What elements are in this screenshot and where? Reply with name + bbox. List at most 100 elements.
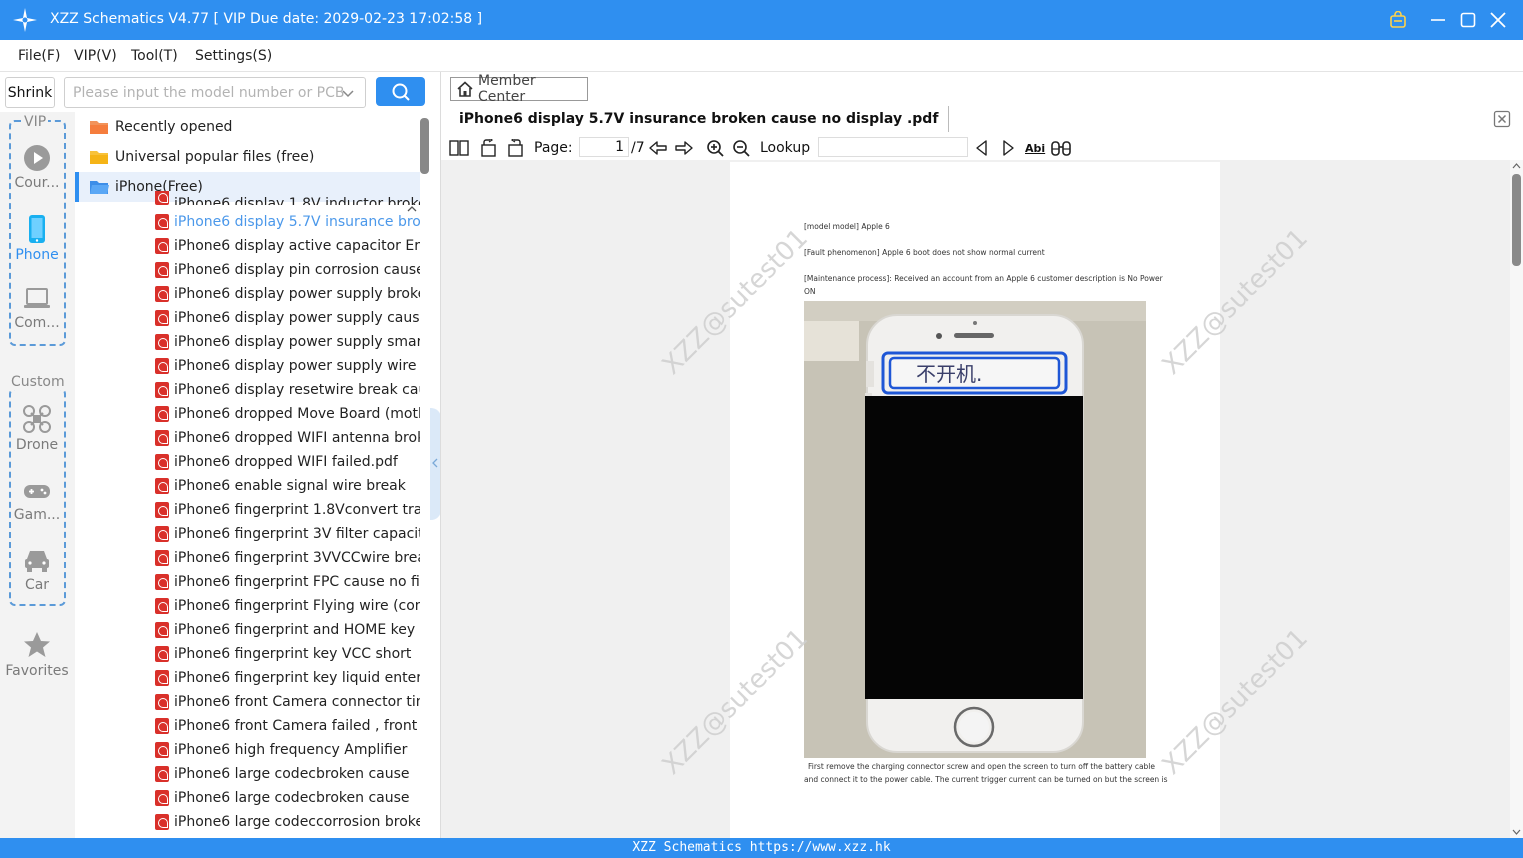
zoom-in-button[interactable] (706, 138, 724, 158)
file-item-label: iPhone6 display power supply smart (174, 334, 420, 350)
next-page-button[interactable] (674, 138, 694, 158)
file-item[interactable]: iPhone6 display pin corrosion cause (155, 258, 420, 282)
custom-group-label: Custom (9, 374, 67, 390)
gamepad-icon (24, 485, 50, 498)
file-item[interactable]: iPhone6 fingerprint and HOME key (155, 618, 420, 642)
play-circle-icon (24, 145, 50, 171)
category-courses[interactable]: Cour... (0, 144, 74, 191)
lookup-input[interactable] (818, 137, 968, 157)
prev-page-button[interactable] (648, 138, 668, 158)
file-item-label: iPhone6 dropped WIFI failed.pdf (174, 454, 398, 470)
file-item[interactable]: iPhone6 large codecbroken cause (155, 762, 420, 786)
folder-open-icon (90, 181, 109, 194)
phone-photo: 不开机. (804, 301, 1146, 758)
document-scrollbar-thumb[interactable] (1512, 174, 1521, 266)
file-item[interactable]: iPhone6 fingerprint 3V filter capacitor (155, 522, 420, 546)
category-computer[interactable]: Com... (0, 286, 74, 331)
file-item[interactable]: iPhone6 large codecbroken cause (155, 786, 420, 810)
file-item[interactable]: iPhone6 dropped Move Board (motherboard) (155, 402, 420, 426)
file-item[interactable]: iPhone6 front Camera failed , front (155, 714, 420, 738)
tree-folder-recent[interactable]: Recently opened (75, 112, 420, 142)
category-car[interactable]: Car (0, 546, 74, 593)
close-button[interactable] (1486, 8, 1510, 32)
category-phone[interactable]: Phone (0, 214, 74, 263)
match-case-button[interactable]: Abi (1025, 138, 1045, 158)
file-item[interactable]: iPhone6 large codeccorrosion broken (155, 810, 420, 834)
abi-text-icon: Abi (1025, 141, 1046, 155)
app-logo-icon (13, 8, 37, 32)
shrink-button[interactable]: Shrink (5, 77, 55, 108)
close-icon (1490, 12, 1506, 28)
chevron-left-icon (432, 458, 438, 468)
file-item[interactable]: iPhone6 fingerprint FPC cause no fingerp… (155, 570, 420, 594)
chevron-down-icon[interactable] (340, 85, 356, 101)
document-canvas[interactable]: [model model] Apple 6 [Fault phenomenon]… (441, 160, 1523, 838)
file-item[interactable]: iPhone6 display active capacitor Error (155, 234, 420, 258)
pdf-page: [model model] Apple 6 [Fault phenomenon]… (730, 162, 1220, 838)
pdf-icon (155, 718, 169, 734)
page-total: /7 (631, 140, 645, 156)
tree-folder-universal[interactable]: Universal popular files (free) (75, 142, 420, 172)
file-item[interactable]: iPhone6 display resetwire break cause (155, 378, 420, 402)
file-item-label: iPhone6 fingerprint 3V filter capacitor (174, 526, 420, 542)
chevron-up-icon (1512, 163, 1521, 169)
search-input[interactable] (64, 77, 366, 108)
category-drone[interactable]: Drone (0, 404, 74, 453)
file-item[interactable]: iPhone6 dropped WIFI failed.pdf (155, 450, 420, 474)
file-item[interactable]: iPhone6 display power supply smart (155, 330, 420, 354)
tree-scrollbar[interactable] (420, 118, 429, 174)
sidebar-toggle-button[interactable] (449, 138, 469, 158)
find-next-button[interactable] (1000, 138, 1016, 158)
triangle-left-icon (976, 140, 987, 156)
file-item[interactable]: iPhone6 fingerprint Flying wire (connect… (155, 594, 420, 618)
page-number-input[interactable] (579, 137, 629, 157)
document-scrollbar[interactable] (1510, 160, 1523, 838)
file-item-label: iPhone6 display power supply wire (174, 358, 417, 374)
menu-vip[interactable]: VIP(V) (74, 48, 117, 64)
close-tab-icon[interactable] (1493, 110, 1511, 128)
file-item[interactable]: iPhone6 enable signal wire break (155, 474, 420, 498)
file-item[interactable]: iPhone6 display power supply cause (155, 306, 420, 330)
pdf-icon (155, 454, 169, 470)
search-icon (392, 83, 410, 101)
file-item[interactable]: iPhone6 fingerprint 1.8Vconvert transist… (155, 498, 420, 522)
file-item[interactable]: iPhone6 display power supply wire (155, 354, 420, 378)
search-button[interactable] (376, 77, 425, 106)
rotate-left-button[interactable] (479, 138, 499, 158)
file-item-partial[interactable]: iPhone6 display 1.8V inductor broken (155, 191, 420, 205)
file-item-label: iPhone6 fingerprint 1.8Vconvert transist… (174, 502, 420, 518)
menu-tool[interactable]: Tool(T) (131, 48, 178, 64)
menu-settings[interactable]: Settings(S) (195, 48, 272, 64)
maximize-button[interactable] (1456, 8, 1480, 32)
file-item[interactable]: iPhone6 fingerprint 3VVCCwire break (155, 546, 420, 570)
category-car-label: Car (24, 577, 50, 593)
vip-bag-button[interactable] (1386, 8, 1410, 32)
pdf-icon (155, 670, 169, 686)
document-tab-bar: iPhone6 display 5.7V insurance broken ca… (441, 106, 1523, 134)
category-game[interactable]: Gam... (0, 480, 74, 523)
menu-file[interactable]: File(F) (18, 48, 60, 64)
file-item-label: iPhone6 fingerprint key liquid enter (174, 670, 420, 686)
member-center-button[interactable]: Member Center (450, 73, 588, 105)
file-item[interactable]: iPhone6 dropped WIFI antenna broken (155, 426, 420, 450)
zoom-out-button[interactable] (732, 138, 750, 158)
doc-process-line: [Maintenance process]: Received an accou… (804, 274, 1163, 283)
find-all-button[interactable] (1050, 138, 1072, 158)
rotate-right-button[interactable] (505, 138, 525, 158)
document-tab[interactable]: iPhone6 display 5.7V insurance broken ca… (449, 106, 950, 132)
file-item[interactable]: iPhone6 display 5.7V insurance broken ca… (155, 210, 420, 234)
file-item[interactable]: iPhone6 high frequency Amplifier (155, 738, 420, 762)
doc-caption-line-2: and connect it to the power cable. The c… (804, 775, 1168, 784)
find-prev-button[interactable] (974, 138, 990, 158)
zoom-in-icon (707, 140, 724, 157)
pdf-icon (155, 262, 169, 278)
file-item[interactable]: iPhone6 display power supply broken (155, 282, 420, 306)
phone-photo-illustration: 不开机. (804, 301, 1146, 758)
file-item[interactable]: iPhone6 fingerprint key VCC short (155, 642, 420, 666)
phone-icon (29, 215, 45, 243)
file-item[interactable]: iPhone6 front Camera connector tin (155, 690, 420, 714)
minimize-button[interactable] (1426, 8, 1450, 32)
category-favorites[interactable]: Favorites (0, 630, 74, 679)
rotate-left-icon (481, 139, 496, 157)
file-item[interactable]: iPhone6 fingerprint key liquid enter (155, 666, 420, 690)
